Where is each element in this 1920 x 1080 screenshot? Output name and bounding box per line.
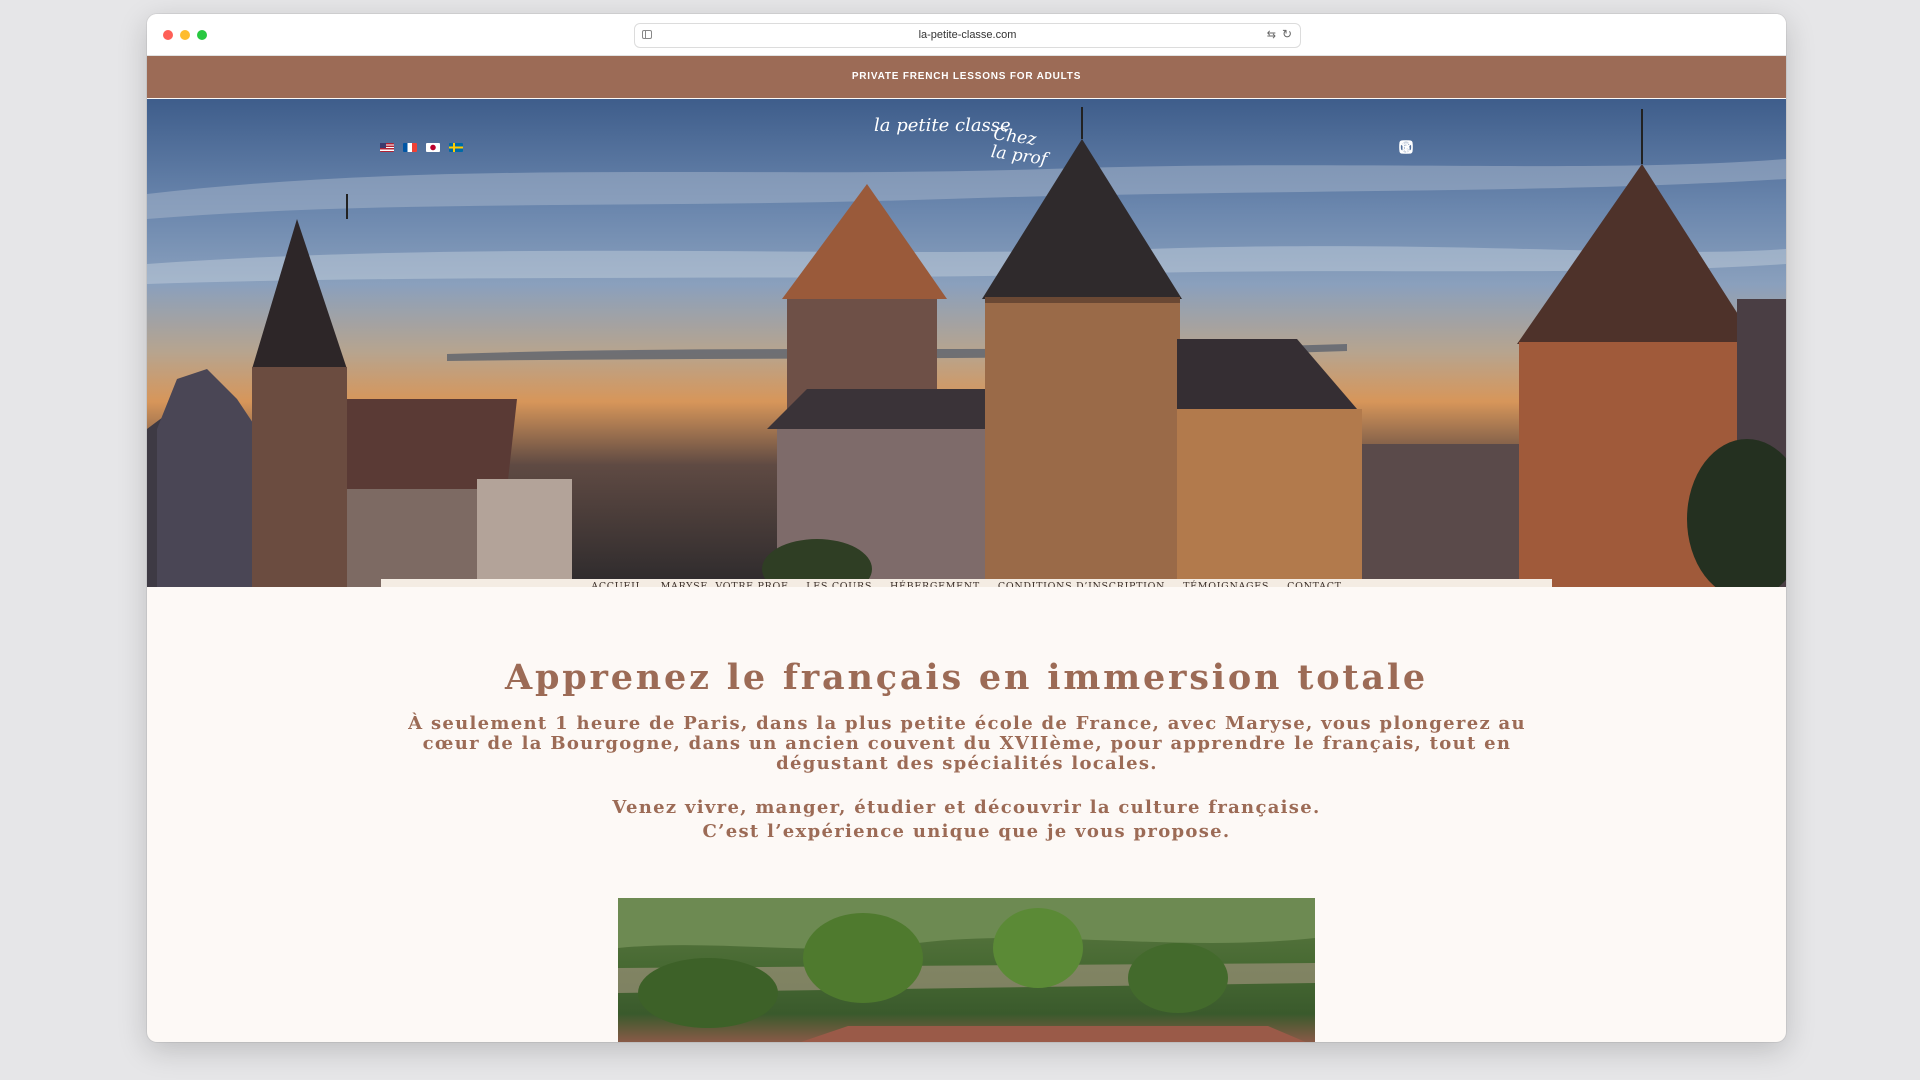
email-icon[interactable] <box>1399 140 1413 154</box>
nav-item-temoignages[interactable]: TÉMOIGNAGES <box>1183 579 1269 587</box>
browser-toolbar: la-petite-classe.com ⇆ ↻ <box>147 14 1786 56</box>
logo-line-1: la petite classe <box>874 115 1011 136</box>
tagline-line-2: C’est l’expérience unique que je vous pr… <box>702 821 1231 842</box>
nav-item-maryse[interactable]: MARYSE, VOTRE PROF <box>661 579 789 587</box>
flag-swedish-icon[interactable] <box>449 143 463 152</box>
flag-japanese-icon[interactable] <box>426 143 440 152</box>
village-photo-illustration <box>618 898 1315 1042</box>
translate-icon[interactable]: ⇆ <box>1267 28 1276 41</box>
minimize-window-button[interactable] <box>180 30 190 40</box>
zoom-window-button[interactable] <box>197 30 207 40</box>
main-content: Apprenez le français en immersion totale… <box>147 587 1786 1042</box>
logo-line-2: Chez la prof <box>989 124 1049 170</box>
intro-paragraph: À seulement 1 heure de Paris, dans la pl… <box>408 713 1526 774</box>
promo-banner: PRIVATE FRENCH LESSONS FOR ADULTS <box>147 56 1786 98</box>
site-logo[interactable]: la petite classe Chez la prof <box>874 115 1049 185</box>
nav-item-contact[interactable]: CONTACT <box>1287 579 1342 587</box>
tagline-line-1: Venez vivre, manger, étudier et découvri… <box>612 797 1321 818</box>
village-photo <box>618 898 1315 1042</box>
url-text[interactable]: la-petite-classe.com <box>635 29 1300 41</box>
language-switcher <box>380 143 463 152</box>
address-bar[interactable]: la-petite-classe.com ⇆ ↻ <box>634 23 1301 48</box>
flag-french-icon[interactable] <box>403 143 417 152</box>
nav-item-les-cours[interactable]: LES COURS <box>806 579 872 587</box>
close-window-button[interactable] <box>163 30 173 40</box>
page-title: Apprenez le français en immersion totale <box>505 657 1428 698</box>
nav-item-conditions[interactable]: CONDITIONS D’INSCRIPTION <box>998 579 1165 587</box>
flag-english-icon[interactable] <box>380 143 394 152</box>
browser-window: la-petite-classe.com ⇆ ↻ PRIVATE FRENCH … <box>147 14 1786 1042</box>
reload-icon[interactable]: ↻ <box>1282 27 1292 41</box>
tagline: Venez vivre, manger, étudier et découvri… <box>147 796 1786 844</box>
nav-item-hebergement[interactable]: HÉBERGEMENT <box>890 579 980 587</box>
main-navigation: ACCUEIL MARYSE, VOTRE PROF LES COURS HÉB… <box>381 579 1552 587</box>
hero-banner: la petite classe Chez la prof ACCUEIL MA… <box>147 99 1786 587</box>
nav-item-accueil[interactable]: ACCUEIL <box>591 579 642 587</box>
